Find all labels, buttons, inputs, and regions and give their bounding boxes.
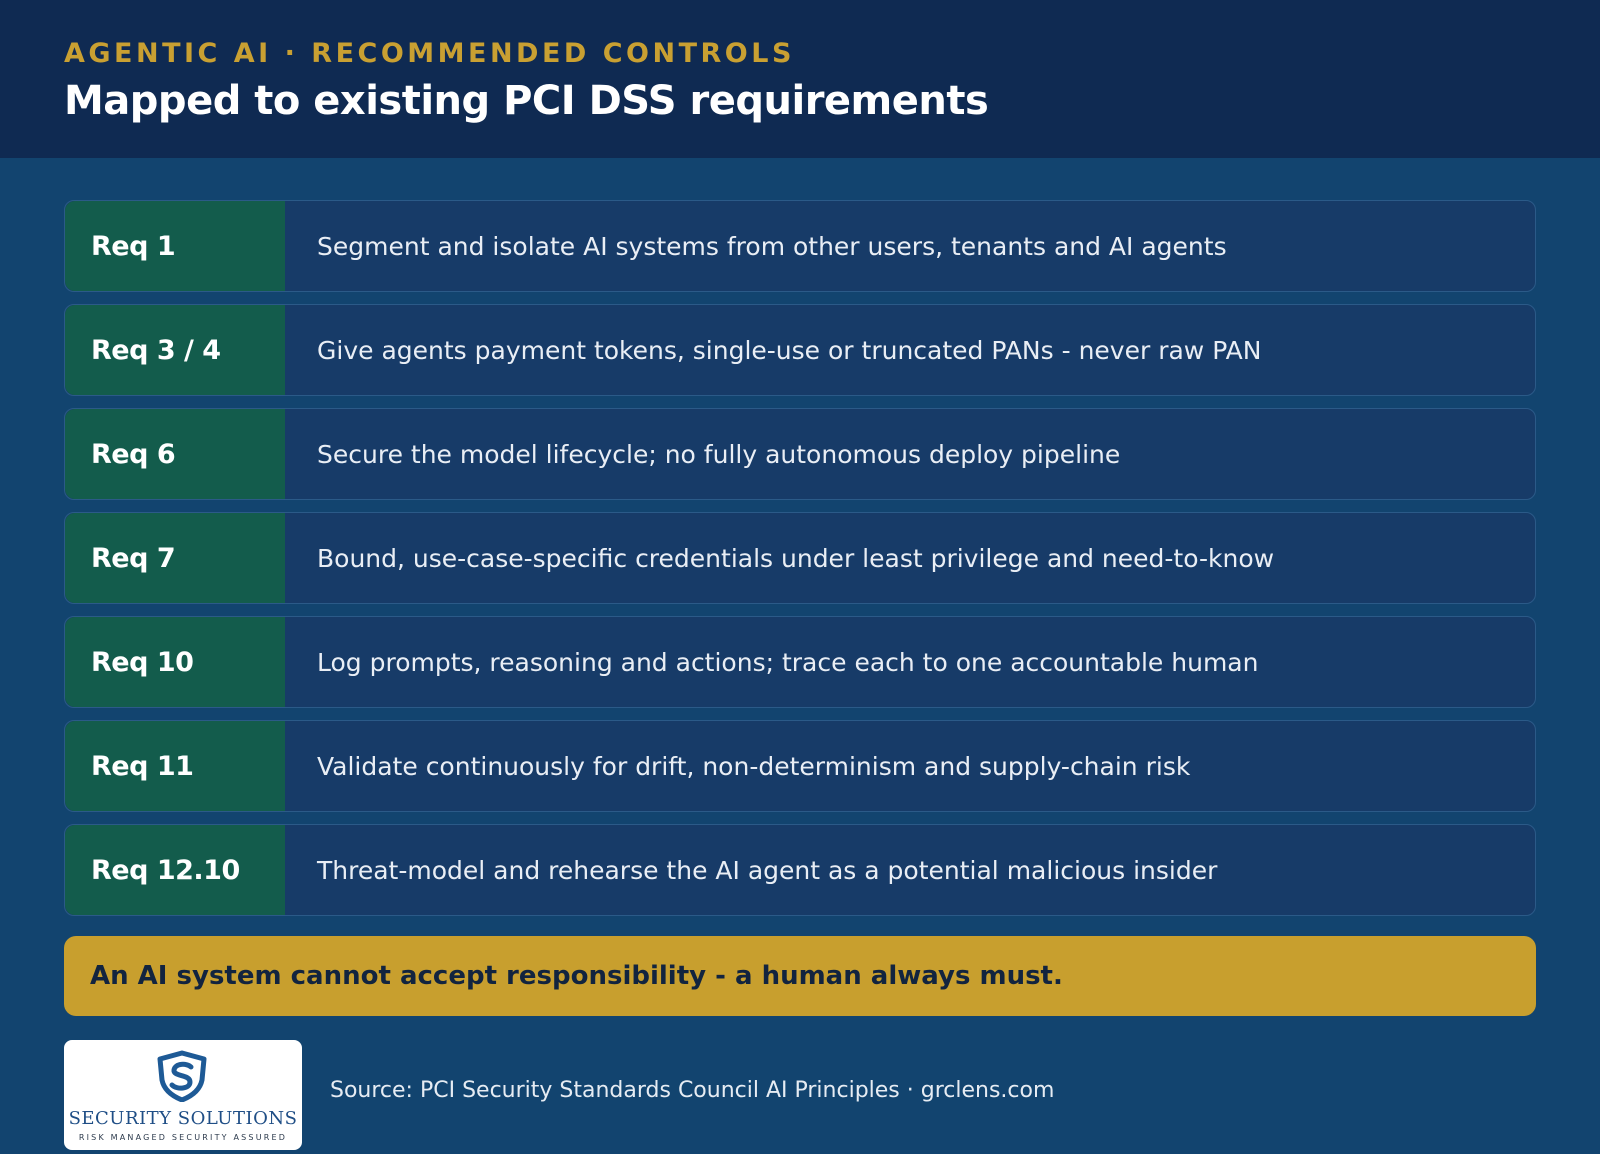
requirement-badge: Req 3 / 4 [65, 305, 285, 395]
requirement-row: Req 1 Segment and isolate AI systems fro… [64, 200, 1536, 292]
requirement-badge: Req 10 [65, 617, 285, 707]
requirement-badge: Req 11 [65, 721, 285, 811]
requirement-label: Req 6 [91, 438, 176, 470]
shield-s-icon [157, 1050, 207, 1102]
requirement-description: Segment and isolate AI systems from othe… [317, 231, 1227, 261]
header-band: AGENTIC AI · RECOMMENDED CONTROLS Mapped… [0, 0, 1600, 158]
source-citation: Source: PCI Security Standards Council A… [330, 1078, 1055, 1103]
requirement-row: Req 12.10 Threat-model and rehearse the … [64, 824, 1536, 916]
eyebrow-label: AGENTIC AI · RECOMMENDED CONTROLS [64, 38, 795, 69]
requirement-row: Req 10 Log prompts, reasoning and action… [64, 616, 1536, 708]
requirement-label: Req 3 / 4 [91, 334, 221, 366]
responsibility-callout: An AI system cannot accept responsibilit… [64, 936, 1536, 1016]
requirement-label: Req 11 [91, 750, 194, 782]
requirement-description: Give agents payment tokens, single-use o… [317, 335, 1262, 365]
requirements-list: Req 1 Segment and isolate AI systems fro… [64, 200, 1536, 928]
page-title: Mapped to existing PCI DSS requirements [64, 78, 989, 124]
requirement-row: Req 11 Validate continuously for drift, … [64, 720, 1536, 812]
requirement-description: Threat-model and rehearse the AI agent a… [317, 855, 1218, 885]
requirement-badge: Req 12.10 [65, 825, 285, 915]
requirement-description: Secure the model lifecycle; no fully aut… [317, 439, 1121, 469]
requirement-row: Req 3 / 4 Give agents payment tokens, si… [64, 304, 1536, 396]
requirement-label: Req 7 [91, 542, 176, 574]
requirement-description: Log prompts, reasoning and actions; trac… [317, 647, 1259, 677]
company-logo: SECURITY SOLUTIONS RISK MANAGED SECURITY… [64, 1040, 302, 1150]
requirement-row: Req 6 Secure the model lifecycle; no ful… [64, 408, 1536, 500]
page: AGENTIC AI · RECOMMENDED CONTROLS Mapped… [0, 0, 1600, 1154]
requirement-row: Req 7 Bound, use-case-specific credentia… [64, 512, 1536, 604]
requirement-description: Bound, use-case-specific credentials und… [317, 543, 1275, 573]
requirement-label: Req 12.10 [91, 854, 240, 886]
requirement-badge: Req 1 [65, 201, 285, 291]
logo-wordmark: SECURITY SOLUTIONS [68, 1108, 298, 1129]
callout-text: An AI system cannot accept responsibilit… [90, 961, 1063, 991]
requirement-badge: Req 7 [65, 513, 285, 603]
requirement-label: Req 10 [91, 646, 194, 678]
logo-tagline: RISK MANAGED SECURITY ASSURED [78, 1133, 288, 1142]
requirement-badge: Req 6 [65, 409, 285, 499]
requirement-description: Validate continuously for drift, non-det… [317, 751, 1191, 781]
requirement-label: Req 1 [91, 230, 176, 262]
